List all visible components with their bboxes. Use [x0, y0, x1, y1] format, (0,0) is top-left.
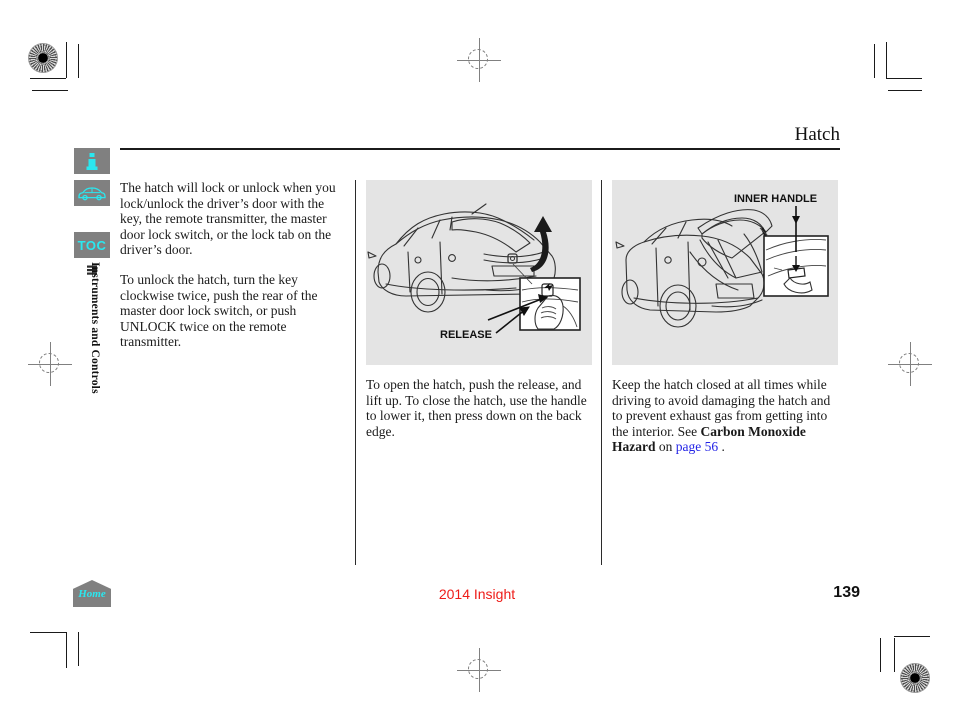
right-column-caption: Keep the hatch closed at all times while…: [612, 377, 838, 455]
info-icon: [86, 152, 98, 170]
page-56-link[interactable]: page 56: [676, 439, 718, 454]
paragraph-lock-unlock: The hatch will lock or unlock when you l…: [120, 180, 336, 258]
manual-page: TOC Instruments and Controls Hatch The h…: [0, 0, 954, 710]
page-title: Hatch: [794, 124, 840, 145]
release-callout-text: RELEASE: [440, 329, 492, 341]
hatch-release-drawing: RELEASE: [367, 203, 581, 341]
paragraph-unlock-hatch: To unlock the hatch, turn the key clockw…: [120, 271, 318, 350]
sidebar-item-info[interactable]: [74, 148, 110, 174]
model-name: 2014 Insight: [438, 586, 516, 602]
column-divider-2: [601, 180, 602, 565]
caption-mid: on: [655, 439, 676, 455]
middle-column-caption: To open the hatch, push the release, and…: [366, 377, 587, 439]
middle-column: RELEASE To open the hatch, push the rele…: [366, 180, 592, 439]
inner-handle-drawing: INNER HANDLE: [615, 193, 829, 328]
sidebar-item-toc[interactable]: TOC: [74, 232, 110, 258]
sidebar-item-vehicle[interactable]: [74, 180, 110, 206]
column-divider-1: [355, 180, 356, 565]
sidebar-rail: TOC: [74, 148, 110, 276]
car-icon: [78, 186, 106, 200]
text-column: The hatch will lock or unlock when you l…: [120, 180, 348, 350]
inner-handle-callout-text: INNER HANDLE: [734, 193, 817, 205]
title-rule: [120, 148, 840, 150]
section-label-text: Instruments and Controls: [89, 262, 101, 394]
right-column: INNER HANDLE Keep the hatch closed at al…: [612, 180, 838, 455]
inner-handle-illustration: INNER HANDLE: [612, 180, 838, 365]
section-label: Instruments and Controls: [74, 262, 110, 442]
rail-spacer: [74, 212, 110, 232]
caption-tail: .: [718, 439, 725, 455]
hatch-release-illustration: RELEASE: [366, 180, 592, 365]
page-number: 139: [833, 584, 860, 601]
